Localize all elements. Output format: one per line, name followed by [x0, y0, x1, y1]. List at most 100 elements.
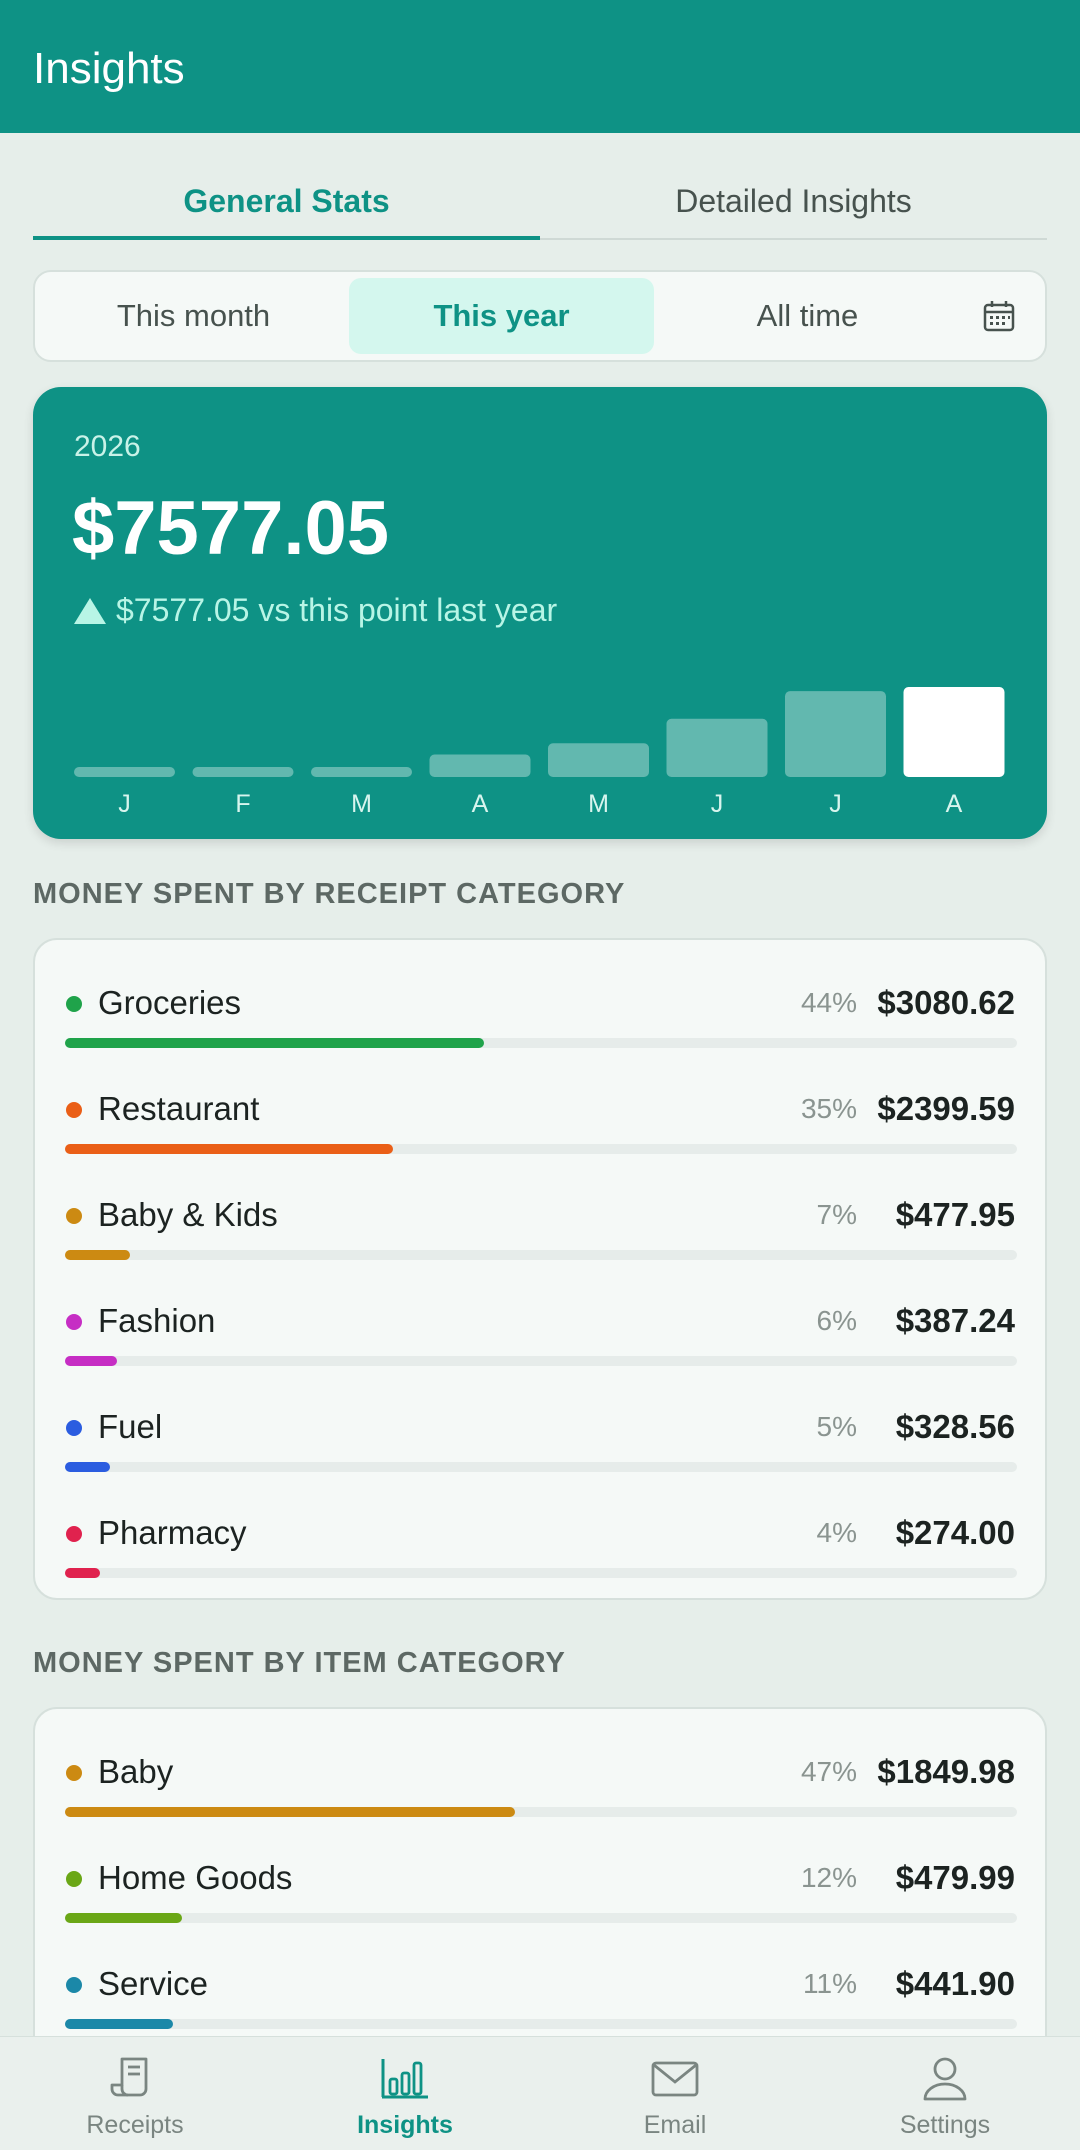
nav-email-label: Email	[643, 2111, 707, 2139]
month-bar-2	[311, 767, 412, 777]
category-label: Service	[98, 1965, 209, 2002]
category-percent: 6%	[816, 1305, 857, 1336]
category-progress-fill	[65, 2019, 173, 2029]
category-progress-track	[65, 1250, 1017, 1260]
calendar-icon[interactable]	[981, 298, 1017, 334]
category-color-dot	[66, 1977, 82, 1993]
category-label: Fashion	[98, 1302, 216, 1339]
category-label: Restaurant	[98, 1090, 260, 1127]
receipt-category-row[interactable]: Baby & Kids 7% $477.95	[35, 1162, 1045, 1268]
month-bar-0	[74, 767, 175, 777]
category-color-dot	[66, 1208, 82, 1224]
category-percent: 5%	[816, 1411, 857, 1442]
month-bar-6	[785, 691, 886, 777]
category-progress-fill	[65, 1462, 110, 1472]
nav-receipts-label: Receipts	[86, 2111, 184, 2139]
up-arrow-icon	[74, 597, 106, 624]
tab-detailed-insights[interactable]: Detailed Insights	[540, 160, 1047, 242]
category-progress-fill	[65, 1144, 394, 1154]
category-amount: $441.90	[895, 1965, 1015, 2002]
category-progress-track	[65, 1144, 1017, 1154]
period-this-year[interactable]: This year	[349, 278, 654, 354]
monthly-bar-chart: JFMAMJJA	[74, 687, 1005, 818]
month-label-6: J	[829, 790, 842, 818]
category-progress-track	[65, 1356, 1017, 1366]
receipt-category-row[interactable]: Groceries 44% $3080.62	[35, 950, 1045, 1056]
receipt-category-row[interactable]: Fashion 6% $387.24	[35, 1268, 1045, 1374]
category-percent: 4%	[816, 1517, 857, 1548]
category-color-dot	[66, 1526, 82, 1542]
category-amount: $3080.62	[877, 984, 1015, 1021]
category-amount: $2399.59	[877, 1090, 1015, 1127]
category-label: Groceries	[98, 984, 242, 1021]
summary-delta-text: $7577.05 vs this point last year	[116, 592, 558, 628]
nav-receipts[interactable]: Receipts	[0, 2037, 270, 2150]
month-bar-5	[666, 718, 768, 777]
month-label-2: M	[351, 790, 372, 818]
nav-insights[interactable]: Insights	[270, 2037, 540, 2150]
category-percent: 47%	[800, 1756, 857, 1787]
period-this-month[interactable]: This month	[41, 278, 346, 354]
month-bar-1	[192, 767, 294, 777]
period-all-time[interactable]: All time	[655, 278, 960, 354]
receipt-category-card: Groceries 44% $3080.62 Restaurant 35% $2399.5…	[33, 938, 1047, 1600]
nav-insights-label: Insights	[357, 2111, 453, 2139]
category-progress-track	[65, 1913, 1017, 1923]
item-category-row[interactable]: Home Goods 12% $479.99	[35, 1825, 1045, 1931]
category-color-dot	[66, 1871, 82, 1887]
tab-general-stats[interactable]: General Stats	[33, 160, 540, 242]
bar-chart-icon	[381, 2059, 428, 2099]
month-label-3: A	[472, 790, 489, 818]
summary-total: $7577.05	[72, 486, 389, 571]
category-progress-fill	[65, 1250, 130, 1260]
tab-bar: General Stats Detailed Insights	[33, 160, 1047, 242]
category-label: Baby	[98, 1753, 174, 1790]
item-category-heading: MONEY SPENT BY ITEM CATEGORY	[33, 1647, 566, 1679]
tab-indicator	[33, 236, 540, 240]
receipt-icon	[110, 2057, 148, 2097]
nav-settings-label: Settings	[899, 2111, 991, 2139]
item-category-row[interactable]: Service 11% $441.90	[35, 1931, 1045, 2037]
category-label: Home Goods	[98, 1859, 293, 1896]
category-progress-fill	[65, 1807, 516, 1817]
receipt-category-row[interactable]: Restaurant 35% $2399.59	[35, 1056, 1045, 1162]
category-percent: 11%	[803, 1968, 857, 1999]
category-progress-track	[65, 1568, 1017, 1578]
category-amount: $1849.98	[877, 1753, 1015, 1790]
category-amount: $274.00	[895, 1514, 1015, 1551]
category-progress-track	[65, 2019, 1017, 2029]
category-label: Pharmacy	[98, 1514, 247, 1551]
category-amount: $328.56	[895, 1408, 1015, 1445]
category-color-dot	[66, 996, 82, 1012]
receipt-category-row[interactable]: Pharmacy 4% $274.00	[35, 1480, 1045, 1586]
page-title: Insights	[33, 44, 185, 93]
summary-delta: $7577.05 vs this point last year	[74, 592, 557, 629]
category-label: Baby & Kids	[98, 1196, 278, 1233]
category-percent: 44%	[800, 987, 857, 1018]
category-progress-track	[65, 1807, 1017, 1817]
category-progress-fill	[65, 1568, 101, 1578]
category-color-dot	[66, 1420, 82, 1436]
category-progress-fill	[65, 1913, 183, 1923]
summary-year: 2026	[74, 430, 141, 463]
month-label-4: M	[588, 790, 609, 818]
category-progress-track	[65, 1038, 1017, 1048]
month-label-1: F	[235, 790, 250, 818]
month-bar-4	[548, 743, 649, 777]
person-icon	[923, 2057, 967, 2101]
category-progress-fill	[65, 1356, 118, 1366]
category-percent: 7%	[816, 1199, 857, 1230]
item-category-row[interactable]: Baby 47% $1849.98	[35, 1719, 1045, 1825]
nav-settings[interactable]: Settings	[810, 2037, 1080, 2150]
month-label-0: J	[118, 790, 131, 818]
category-color-dot	[66, 1314, 82, 1330]
nav-email[interactable]: Email	[540, 2037, 810, 2150]
receipt-category-row[interactable]: Fuel 5% $328.56	[35, 1374, 1045, 1480]
month-bar-7	[903, 687, 1005, 777]
bottom-navigation: Receipts Insights Email Settings	[0, 2036, 1080, 2150]
category-percent: 35%	[800, 1093, 857, 1124]
mail-icon	[651, 2061, 699, 2097]
month-bar-3	[429, 754, 531, 777]
category-color-dot	[66, 1102, 82, 1118]
category-amount: $479.99	[895, 1859, 1015, 1896]
